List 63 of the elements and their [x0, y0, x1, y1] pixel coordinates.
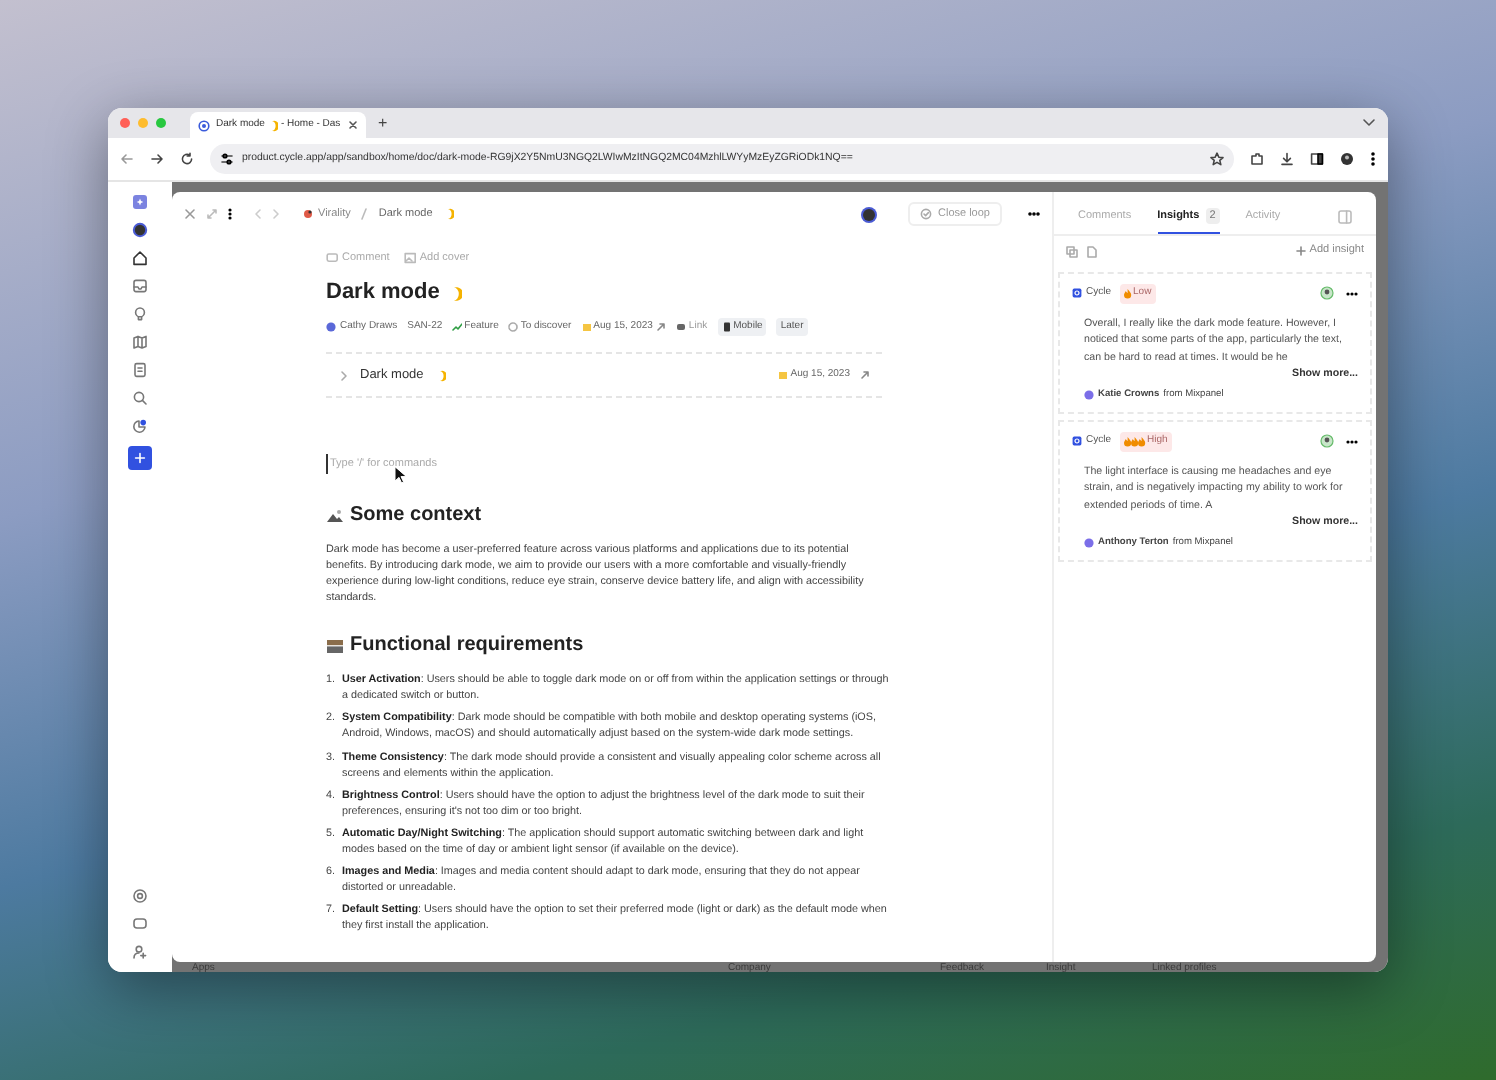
avatar-icon: [326, 322, 336, 332]
avatar-icon[interactable]: [860, 205, 878, 223]
add-button[interactable]: [128, 446, 152, 470]
avatar-icon: [1320, 286, 1334, 301]
avatar-icon: [1084, 538, 1094, 549]
section-heading: Some context: [350, 502, 482, 531]
trend-icon: [452, 322, 463, 332]
document-icon[interactable]: [132, 362, 148, 378]
inbox-icon[interactable]: [132, 278, 148, 294]
cabinet-icon: [326, 637, 344, 654]
globe-icon: [198, 119, 210, 131]
status-circle-icon: [508, 322, 519, 332]
search-icon[interactable]: [132, 390, 148, 406]
star-icon[interactable]: [1210, 152, 1224, 166]
extensions-icon[interactable]: [1250, 152, 1264, 166]
chevron-right-icon[interactable]: [338, 369, 350, 382]
chat-icon[interactable]: [132, 916, 148, 932]
back-icon[interactable]: [120, 152, 134, 166]
more-icon[interactable]: [1370, 152, 1376, 166]
check-circle-icon: [920, 208, 932, 220]
more-icon[interactable]: [1346, 291, 1358, 296]
panel-toggle-icon[interactable]: [1338, 210, 1352, 224]
map-icon[interactable]: [132, 334, 148, 350]
comment-icon: [326, 252, 338, 265]
document-title: Dark mode: [326, 278, 440, 309]
forward-icon[interactable]: [150, 152, 164, 166]
flame-icon: [1123, 288, 1132, 299]
tune-icon: [220, 152, 234, 166]
chevron-down-icon[interactable]: [1362, 116, 1376, 130]
calendar-icon: [778, 370, 789, 381]
avatar-icon: [1320, 434, 1334, 449]
download-icon[interactable]: [1280, 152, 1294, 166]
home-icon[interactable]: [132, 250, 148, 266]
reload-icon[interactable]: [180, 152, 194, 166]
add-user-icon[interactable]: [132, 944, 148, 960]
mouse-pointer-icon: [394, 466, 406, 484]
cycle-logo-icon: [1072, 436, 1082, 447]
profile-icon[interactable]: [1340, 152, 1354, 166]
phone-icon: [721, 322, 732, 332]
calendar-icon: [581, 322, 592, 332]
lightbulb-icon[interactable]: [132, 306, 148, 322]
insight-card[interactable]: [1058, 272, 1372, 415]
more-icon[interactable]: [1346, 439, 1358, 444]
slash-icon: [360, 208, 369, 220]
section-heading: Functional requirements: [350, 632, 584, 661]
help-icon[interactable]: [132, 888, 148, 904]
pie-chart-icon[interactable]: [132, 418, 148, 434]
link-icon: [676, 322, 687, 332]
arrow-icon[interactable]: [656, 322, 667, 332]
virality-icon: [302, 208, 314, 220]
plus-icon: [1295, 246, 1306, 256]
sidebar-icon[interactable]: [1310, 152, 1324, 166]
flame-icon: [1123, 436, 1146, 448]
new-tab-button[interactable]: +: [378, 115, 388, 131]
close-icon[interactable]: [348, 120, 358, 130]
mountain-icon: [326, 507, 344, 524]
cycle-logo-icon: [1072, 288, 1082, 299]
avatar-icon: [1084, 390, 1094, 401]
avatar-icon[interactable]: [132, 222, 148, 238]
image-icon: [403, 252, 416, 265]
plus-icon: [134, 452, 146, 464]
app-logo-icon[interactable]: [132, 194, 148, 210]
arrow-icon[interactable]: [860, 370, 870, 381]
